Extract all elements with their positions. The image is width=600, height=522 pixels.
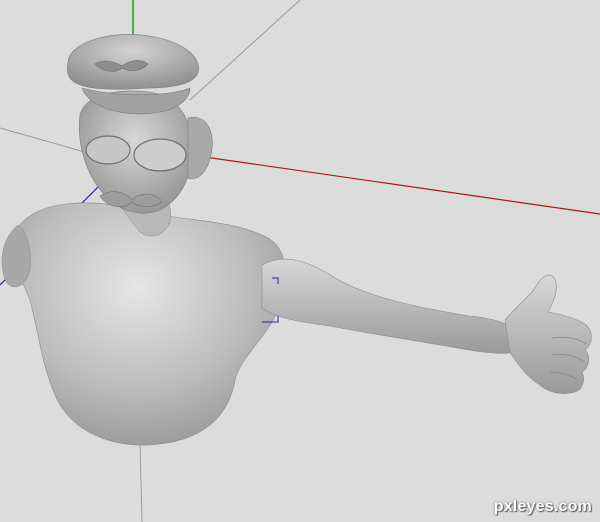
x-axis [197,155,600,215]
3d-viewport[interactable]: pxleyes.com [0,0,600,522]
watermark: pxleyes.com [493,498,592,515]
grid-line [139,439,143,522]
scene-canvas[interactable] [0,0,600,522]
character-arm[interactable] [261,258,516,354]
grid-line [189,0,301,101]
character-hand[interactable] [504,274,592,394]
goggle-right [133,138,187,172]
character-torso[interactable] [15,202,286,446]
goggle-left [85,135,131,165]
character-ear [187,116,213,180]
